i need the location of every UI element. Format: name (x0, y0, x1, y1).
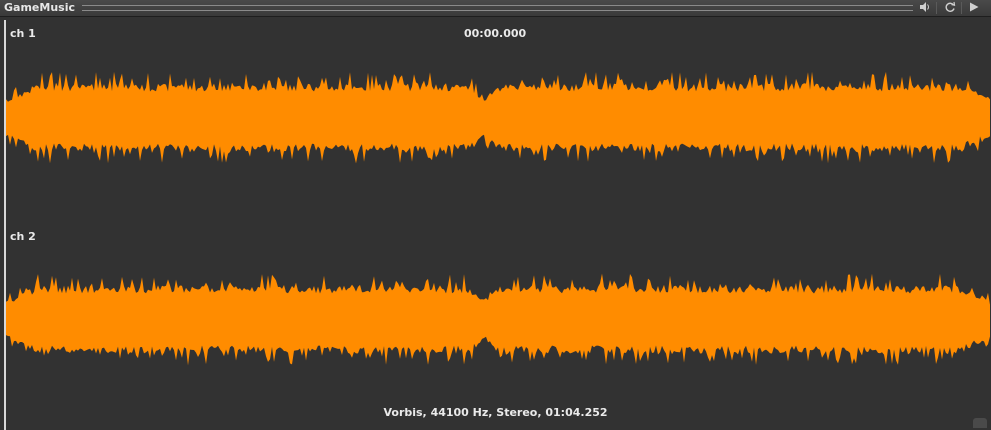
channel-1-label: ch 1 (10, 27, 36, 40)
play-icon (970, 2, 979, 12)
play-button[interactable] (967, 1, 981, 14)
audio-preview-window: GameMusic ch 1 00:00.000 ch 2 Vorbis, 44… (0, 0, 991, 430)
channel-2-waveform[interactable] (6, 272, 991, 367)
loop-icon (945, 1, 956, 12)
waveform-shape (6, 71, 990, 164)
volume-button[interactable] (918, 1, 932, 14)
waveform-shape (6, 273, 990, 366)
file-info: Vorbis, 44100 Hz, Stereo, 01:04.252 (383, 406, 608, 419)
button-separator (936, 2, 937, 14)
volume-icon (920, 2, 929, 12)
channel-2-label: ch 2 (10, 230, 36, 243)
loop-button[interactable] (943, 1, 957, 14)
resize-handle[interactable] (973, 418, 987, 428)
channel-1-waveform[interactable] (6, 70, 991, 165)
playback-position: 00:00.000 (464, 27, 527, 40)
title-bar-grip (82, 5, 913, 11)
title-bar[interactable]: GameMusic (0, 0, 991, 17)
window-title: GameMusic (4, 1, 75, 14)
button-separator (961, 2, 962, 14)
